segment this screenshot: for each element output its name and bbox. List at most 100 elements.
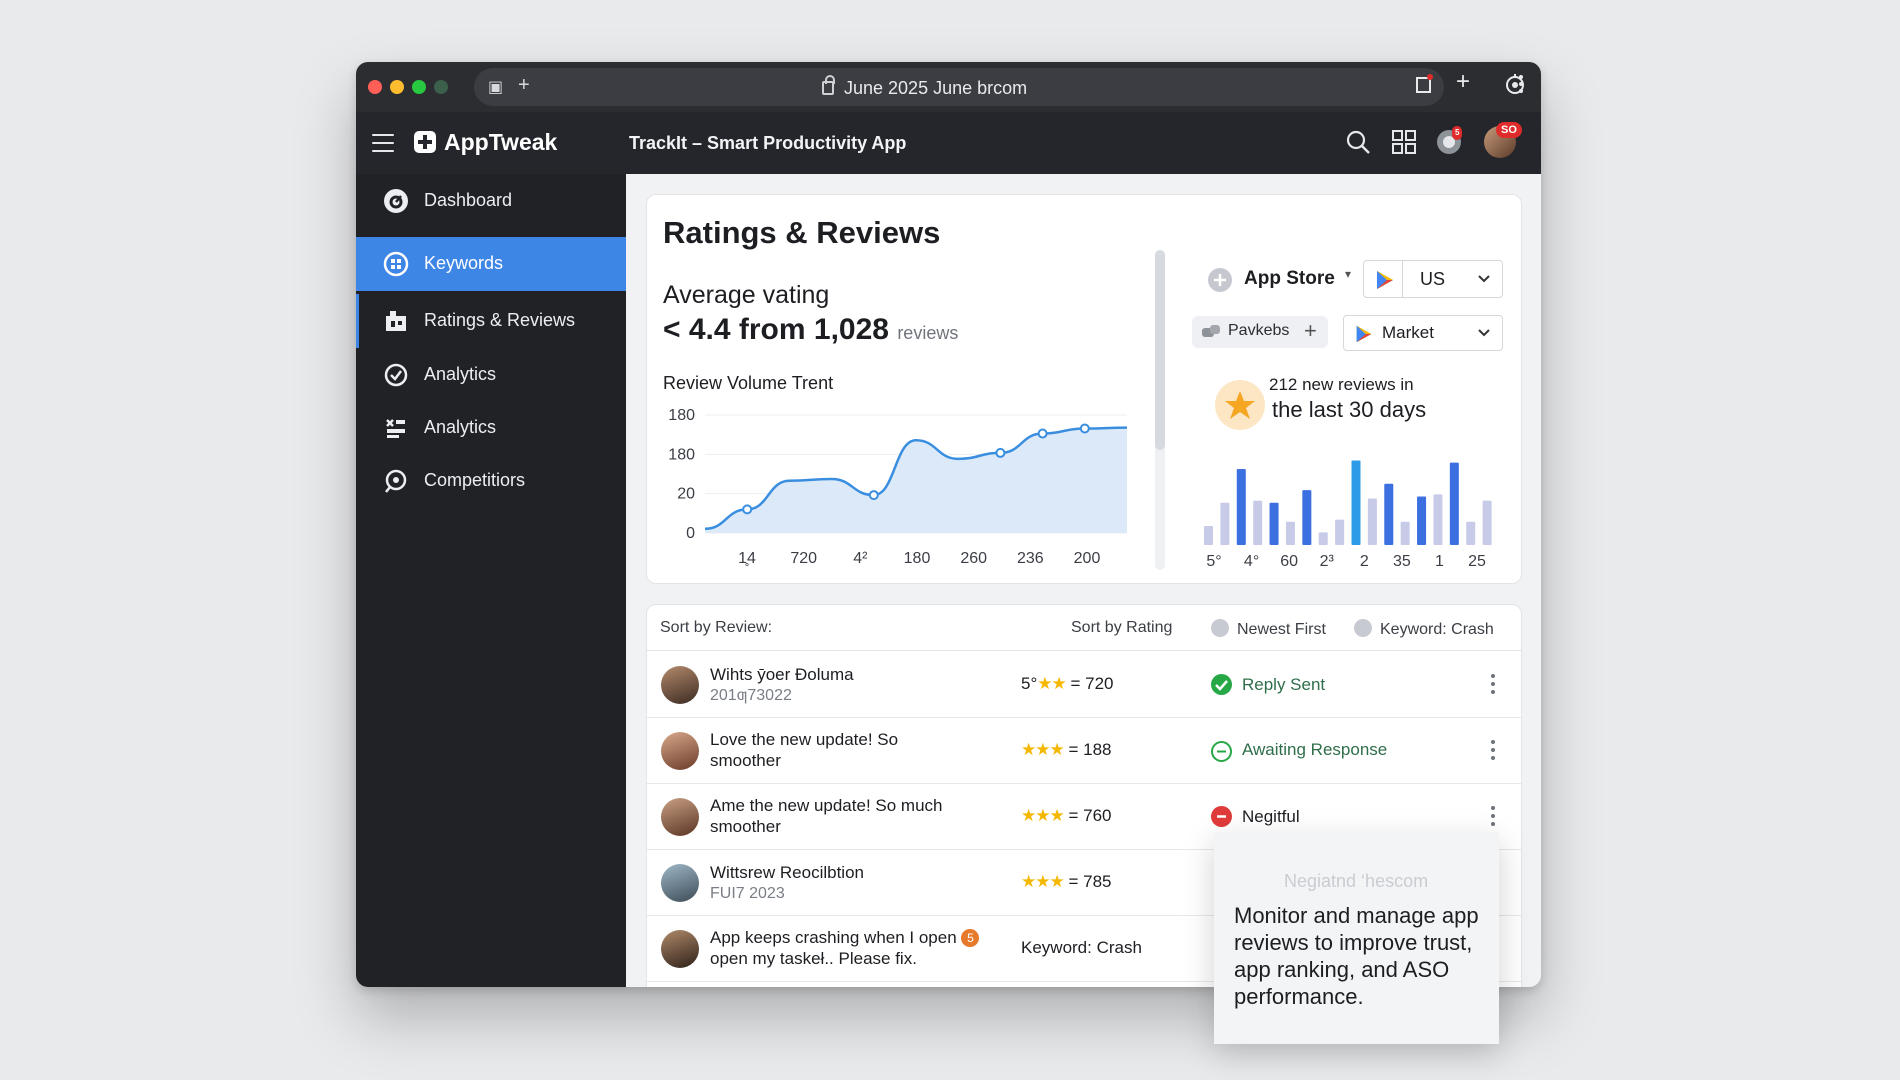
avatar bbox=[661, 798, 699, 836]
review-bar bbox=[1302, 490, 1312, 545]
review-body: smoother bbox=[710, 817, 781, 836]
pending-circle-icon bbox=[1211, 741, 1232, 762]
sort-by-rating-button[interactable]: Sort by Rating bbox=[1071, 619, 1172, 637]
review-title: Wittѕrew Reocilbtion bbox=[710, 863, 864, 882]
sort-bar: Sort by Review: Sort by Rating Newest Fi… bbox=[647, 605, 1521, 651]
zoom-window-button[interactable] bbox=[412, 80, 426, 94]
trend-point bbox=[995, 447, 1006, 458]
sidebar-item-analytics-2[interactable]: Analytics bbox=[356, 401, 626, 455]
extra-dot bbox=[434, 80, 448, 94]
add-filter-icon[interactable]: + bbox=[1304, 318, 1317, 344]
x-tick-label: 720 bbox=[790, 550, 817, 567]
radio-icon bbox=[1354, 619, 1372, 637]
market-play-icon bbox=[1356, 325, 1372, 343]
row-menu-icon[interactable] bbox=[1491, 806, 1495, 826]
country-select[interactable]: US bbox=[1363, 260, 1503, 298]
sort-by-review-label: Sort by Review: bbox=[660, 619, 773, 636]
review-bar bbox=[1400, 521, 1410, 545]
average-rating-value: < 4.4 from 1,028 reviews bbox=[663, 313, 959, 346]
search-icon[interactable] bbox=[1344, 128, 1372, 156]
minimize-window-button[interactable] bbox=[390, 80, 404, 94]
sidebar-item-dashboard[interactable]: Dashboard bbox=[356, 174, 626, 228]
address-bar[interactable]: ▣ + June 2025 June brcom bbox=[474, 68, 1444, 106]
hidden-status-text: Negiatnd ‘hescom bbox=[1284, 871, 1429, 891]
browser-toolbar: ▣ + June 2025 June brcom + bbox=[356, 62, 1541, 112]
notifications-badge: 5 bbox=[1452, 126, 1463, 140]
dashboard-icon bbox=[384, 189, 408, 213]
review-bar bbox=[1204, 526, 1214, 545]
review-bar bbox=[1482, 500, 1492, 545]
check-circle-icon bbox=[1211, 674, 1232, 695]
x-tick-label: 200 bbox=[1074, 550, 1101, 567]
trend-point bbox=[868, 490, 879, 501]
review-bar bbox=[1417, 496, 1427, 545]
new-reviews-period: the last 30 days bbox=[1272, 397, 1427, 422]
lock-icon bbox=[822, 75, 835, 95]
close-window-button[interactable] bbox=[368, 80, 382, 94]
chevron-down-icon bbox=[1478, 329, 1490, 337]
bar-x-tick-label: 5° bbox=[1206, 553, 1221, 570]
x-tick-label: 260 bbox=[960, 550, 987, 567]
add-tab-icon[interactable]: + bbox=[1456, 70, 1470, 94]
card-scrollbar-thumb[interactable] bbox=[1155, 250, 1165, 450]
analytics-alt-icon bbox=[386, 419, 405, 438]
review-title: Love the new update! So bbox=[710, 730, 899, 749]
review-title: App keeps crashing when I open 5 bbox=[710, 928, 980, 948]
trend-point bbox=[742, 504, 753, 515]
review-bar bbox=[1335, 519, 1345, 545]
menu-icon[interactable] bbox=[372, 134, 394, 152]
filter-chip[interactable]: Pavkebs + bbox=[1192, 316, 1328, 348]
chat-icon bbox=[1202, 325, 1220, 337]
country-value: US bbox=[1420, 269, 1446, 289]
apps-grid-icon[interactable] bbox=[1390, 128, 1418, 156]
x-tick-label: 1̥4 bbox=[738, 550, 756, 567]
warning-badge-icon: 5 bbox=[961, 929, 980, 947]
profile-badge: SO bbox=[1496, 122, 1522, 138]
row-menu-icon[interactable] bbox=[1491, 740, 1495, 760]
google-play-icon bbox=[1377, 271, 1393, 289]
tab-page-icon[interactable]: ▣ bbox=[488, 80, 503, 96]
ratings-card: Ratings & Reviews Average vating < 4.4 f… bbox=[646, 194, 1522, 584]
star-badge-icon bbox=[1215, 380, 1265, 430]
row-menu-icon[interactable] bbox=[1491, 674, 1495, 694]
review-rating: ★★★ = 188 bbox=[1021, 740, 1112, 759]
market-select[interactable]: Market bbox=[1343, 315, 1503, 351]
negative-circle-icon bbox=[1211, 806, 1232, 827]
sidebar-item-keywords[interactable]: Keywords bbox=[356, 237, 626, 291]
table-row[interactable]: Love the new update! So smoother ★★★ = 1… bbox=[647, 718, 1521, 784]
x-tick-label: 236 bbox=[1017, 550, 1044, 567]
review-status: Negitful bbox=[1211, 806, 1300, 827]
table-row[interactable]: Wihts ȳoer Ðoluma 201ƣ73022 5°★★ = 720 R… bbox=[647, 652, 1521, 718]
sidebar-item-competitors[interactable]: Competitiors bbox=[356, 454, 626, 508]
avatar bbox=[661, 930, 699, 968]
y-tick-label: 0 bbox=[686, 525, 695, 542]
review-bar bbox=[1351, 460, 1361, 545]
browser-menu-icon[interactable] bbox=[1518, 74, 1524, 98]
store-dropdown-icon[interactable]: ▾ bbox=[1345, 267, 1351, 281]
sidebar-item-analytics[interactable]: Analytics bbox=[356, 348, 626, 402]
store-label[interactable]: App Store bbox=[1244, 268, 1335, 290]
review-bar bbox=[1318, 532, 1328, 545]
radio-icon bbox=[1211, 619, 1229, 637]
url-text[interactable]: June 2025 June brcom bbox=[822, 75, 1027, 99]
new-tab-icon[interactable]: + bbox=[518, 75, 530, 95]
review-bar bbox=[1367, 498, 1377, 545]
card-scrollbar[interactable] bbox=[1155, 250, 1165, 570]
bar-x-tick-label: 25 bbox=[1468, 553, 1486, 570]
x-tick-label: 4² bbox=[853, 550, 868, 567]
keyword-crash-option[interactable]: Keyword: Crash bbox=[1354, 619, 1494, 639]
bar-x-tick-label: 35 bbox=[1393, 553, 1411, 570]
sidebar-item-ratings-reviews[interactable]: Ratings & Reviews bbox=[356, 294, 626, 348]
ratings-icon bbox=[386, 311, 406, 331]
share-icon[interactable] bbox=[1414, 74, 1434, 98]
review-bar bbox=[1285, 521, 1295, 545]
newest-first-option[interactable]: Newest First bbox=[1211, 619, 1326, 639]
add-store-icon[interactable] bbox=[1207, 267, 1233, 293]
bar-x-tick-label: 60 bbox=[1280, 553, 1298, 570]
review-title: Wihts ȳoer Ðoluma bbox=[710, 665, 854, 684]
review-bar bbox=[1466, 521, 1476, 545]
trend-chart-title: Review Volume Trent bbox=[663, 373, 834, 393]
review-volume-chart: 1801802001̥4 720 4² 180 260 236 200 bbox=[668, 407, 1128, 567]
review-bar bbox=[1220, 502, 1230, 545]
competitors-icon bbox=[385, 469, 407, 493]
